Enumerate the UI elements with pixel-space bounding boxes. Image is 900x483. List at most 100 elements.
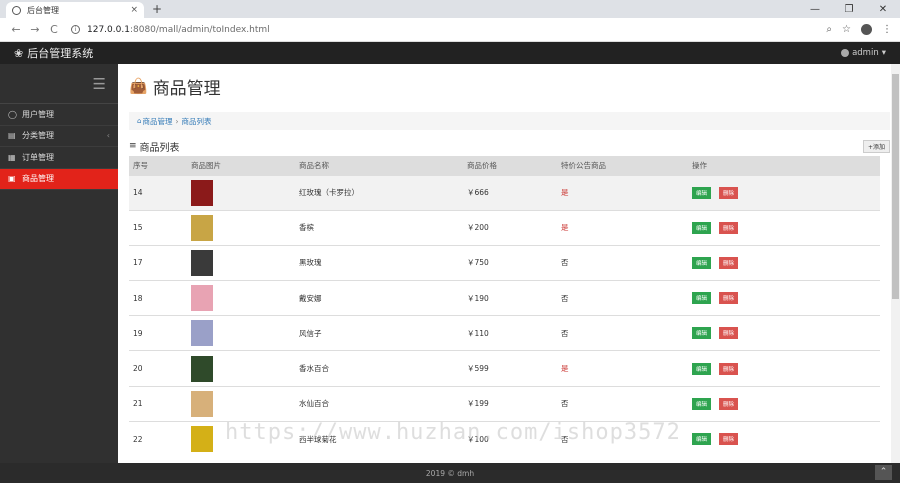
cell-special: 是: [561, 364, 569, 374]
edit-button[interactable]: 编辑: [692, 327, 712, 340]
cell-price: ￥599: [467, 364, 489, 374]
sidebar-item-2[interactable]: ▦ 订单管理: [0, 147, 118, 169]
app-layout: ☰ ◯ 用户管理 ▤ 分类管理 ‹ ▦ 订单管理 ▣ 商品管理 👜 商品管理 ⌂ 商品管理 › …: [0, 64, 900, 463]
table-row: 21 水仙百合 ￥199 否 编辑 删除: [129, 386, 880, 421]
cell-name: 西半球菊花: [299, 434, 337, 444]
edit-button[interactable]: 编辑: [692, 292, 712, 305]
cell-price: ￥110: [467, 328, 489, 338]
order-icon: ▦: [8, 152, 16, 162]
product-thumbnail: [191, 179, 213, 206]
account-icon[interactable]: [861, 24, 872, 35]
cell-special: 否: [561, 434, 569, 444]
maximize-button[interactable]: ❐: [832, 0, 866, 18]
delete-button[interactable]: 删除: [719, 397, 739, 410]
sidebar-item-label: 用户管理: [22, 109, 54, 119]
table-row: 14 红玫瑰（卡罗拉） ￥666 是 编辑 删除: [129, 175, 880, 211]
new-tab-button[interactable]: +: [152, 2, 162, 16]
browser-tab[interactable]: 后台管理 ×: [6, 2, 144, 18]
edit-button[interactable]: 编辑: [692, 433, 712, 446]
breadcrumb-item-list[interactable]: 商品列表: [181, 116, 211, 127]
minimize-button[interactable]: —: [798, 0, 832, 18]
product-thumbnail: [191, 390, 213, 417]
tab-close-icon[interactable]: ×: [130, 5, 138, 15]
home-icon: ⌂: [137, 117, 142, 125]
close-window-button[interactable]: ✕: [866, 0, 900, 18]
sidebar-item-label: 订单管理: [22, 152, 54, 162]
breadcrumb-item-goods[interactable]: 商品管理: [142, 116, 172, 127]
cell-special: 否: [561, 399, 569, 409]
url-host: 127.0.0.1: [87, 24, 130, 35]
sidebar: ☰ ◯ 用户管理 ▤ 分类管理 ‹ ▦ 订单管理 ▣ 商品管理: [0, 64, 118, 463]
window-controls: — ❐ ✕: [798, 0, 900, 18]
sidebar-item-label: 商品管理: [22, 174, 54, 184]
sidebar-item-3[interactable]: ▣ 商品管理: [0, 168, 118, 190]
scrollbar-thumb[interactable]: [892, 74, 899, 299]
product-thumbnail: [191, 249, 213, 276]
globe-icon: [12, 5, 21, 15]
footer: 2019 © dmh ⌃: [0, 463, 900, 483]
delete-button[interactable]: 删除: [719, 292, 739, 305]
cell-id: 22: [133, 434, 143, 444]
product-thumbnail: [191, 426, 213, 453]
cell-special: 否: [561, 328, 569, 338]
page-title-text: 商品管理: [152, 78, 221, 99]
back-to-top-button[interactable]: ⌃: [875, 465, 892, 480]
cell-actions: 编辑 删除: [688, 281, 880, 316]
table-row: 19 风信子 ￥110 否 编辑 删除: [129, 315, 880, 351]
edit-button[interactable]: 编辑: [692, 256, 712, 269]
user-avatar-icon: [841, 49, 850, 57]
cell-actions: 编辑 删除: [688, 316, 880, 351]
app-header: ❀ 后台管理系统 admin ▾: [0, 42, 900, 64]
info-icon[interactable]: i: [71, 25, 80, 34]
cell-name: 戴安娜: [299, 293, 322, 303]
bag-icon: ▣: [8, 174, 16, 184]
sidebar-item-0[interactable]: ◯ 用户管理: [0, 104, 118, 126]
cell-name: 风信子: [299, 328, 322, 338]
add-button[interactable]: +添加: [862, 139, 890, 153]
reload-button[interactable]: C: [46, 23, 62, 36]
forward-button[interactable]: →: [27, 23, 43, 36]
cell-special: 是: [561, 188, 569, 198]
delete-button[interactable]: 删除: [719, 327, 739, 340]
cell-actions: 编辑 删除: [688, 351, 880, 386]
table-row: 17 黑玫瑰 ￥750 否 编辑 删除: [129, 245, 880, 280]
cell-image: [187, 245, 295, 280]
user-menu[interactable]: admin ▾: [841, 48, 886, 58]
list-icon: ≡: [129, 141, 137, 151]
zoom-icon[interactable]: ⌕: [826, 24, 832, 35]
back-button[interactable]: ←: [8, 23, 24, 36]
cell-price: ￥666: [467, 188, 489, 198]
delete-button[interactable]: 删除: [719, 186, 739, 199]
main-content: 👜 商品管理 ⌂ 商品管理 › 商品列表 ≡ 商品列表 +添加 序号 商品图片 …: [118, 64, 900, 463]
browser-menu-icon[interactable]: ⋮: [882, 24, 892, 35]
cell-price: ￥199: [467, 399, 489, 409]
browser-tabbar: 后台管理 × + — ❐ ✕: [0, 0, 900, 18]
col-name: 商品名称: [299, 160, 329, 170]
delete-button[interactable]: 删除: [719, 256, 739, 269]
cell-name: 红玫瑰（卡罗拉）: [299, 188, 359, 198]
star-icon[interactable]: ☆: [842, 24, 851, 35]
cell-id: 15: [133, 223, 143, 233]
edit-button[interactable]: 编辑: [692, 397, 712, 410]
edit-button[interactable]: 编辑: [692, 362, 712, 375]
edit-button[interactable]: 编辑: [692, 221, 712, 234]
edit-button[interactable]: 编辑: [692, 186, 712, 199]
col-special: 特价公告商品: [561, 160, 606, 170]
sidebar-toggle[interactable]: ☰: [0, 64, 118, 104]
delete-button[interactable]: 删除: [719, 362, 739, 375]
table-row: 22 西半球菊花 ￥100 否 编辑 删除: [129, 421, 880, 456]
cell-actions: 编辑 删除: [688, 421, 880, 456]
delete-button[interactable]: 删除: [719, 221, 739, 234]
cell-image: [187, 386, 295, 421]
cell-special: 是: [561, 223, 569, 233]
scrollbar[interactable]: [891, 64, 900, 463]
breadcrumb: ⌂ 商品管理 › 商品列表: [129, 112, 890, 130]
cell-image: [187, 316, 295, 351]
table-header-row: 序号 商品图片 商品名称 商品价格 特价公告商品 操作: [129, 156, 880, 175]
breadcrumb-separator: ›: [175, 116, 179, 126]
delete-button[interactable]: 删除: [719, 433, 739, 446]
address-bar-actions: ⌕ ☆ ⋮: [826, 24, 892, 35]
sidebar-item-1[interactable]: ▤ 分类管理 ‹: [0, 126, 118, 147]
url-field[interactable]: i 127.0.0.1 :8080/mall/admin/toIndex.htm…: [71, 21, 826, 39]
chevron-left-icon: ‹: [106, 131, 110, 141]
